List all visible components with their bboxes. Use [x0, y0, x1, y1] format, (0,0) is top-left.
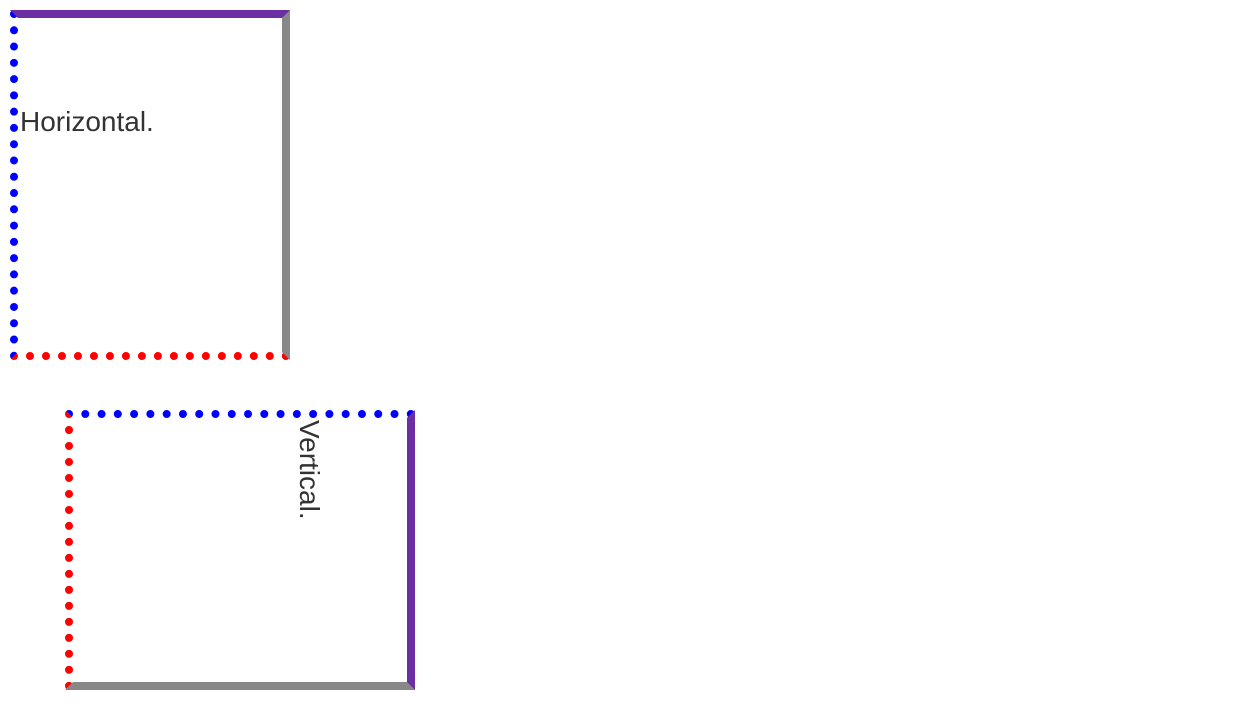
vertical-label: Vertical. [293, 420, 325, 520]
horizontal-box: Horizontal. [10, 10, 290, 360]
horizontal-label: Horizontal. [20, 106, 154, 137]
vertical-box: Vertical. [65, 410, 415, 690]
